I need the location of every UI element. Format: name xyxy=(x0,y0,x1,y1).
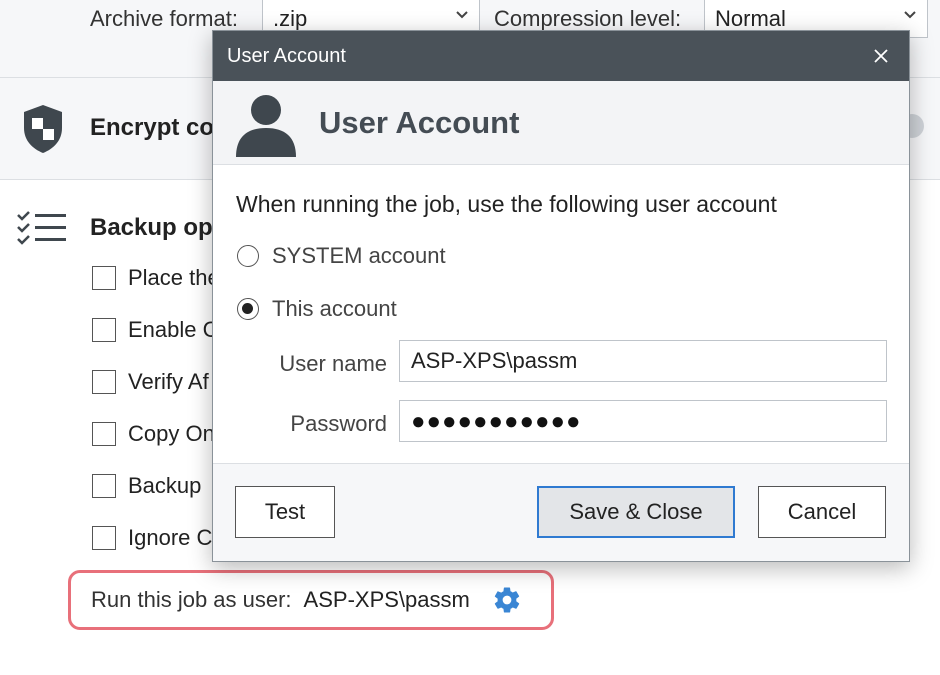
option-label: Copy On xyxy=(128,421,215,446)
user-account-dialog: User Account User Account When running t… xyxy=(212,30,910,562)
dialog-window-title: User Account xyxy=(227,44,346,67)
compression-level-value: Normal xyxy=(715,6,786,31)
compression-level-label: Compression level: xyxy=(494,6,682,31)
archive-format-value: .zip xyxy=(273,6,308,31)
username-input[interactable]: ASP-XPS\passm xyxy=(399,340,887,382)
radio-system-label: SYSTEM account xyxy=(272,243,446,268)
option-label: Backup xyxy=(128,473,202,498)
run-as-user-panel: Run this job as user: ASP-XPS\passm xyxy=(68,570,554,630)
password-label: Password xyxy=(290,411,387,436)
chevron-down-icon xyxy=(904,11,916,19)
radio-this-account[interactable]: This account xyxy=(237,296,397,322)
radio-button-selected[interactable] xyxy=(237,298,259,320)
run-as-label: Run this job as user: xyxy=(91,587,292,612)
radio-button[interactable] xyxy=(237,245,259,267)
dialog-titlebar: User Account xyxy=(213,31,909,81)
archive-format-label: Archive format: xyxy=(90,6,238,31)
checkbox[interactable] xyxy=(92,474,116,498)
checkbox[interactable] xyxy=(92,266,116,290)
dialog-instruction: When running the job, use the following … xyxy=(236,191,777,217)
option-checkbox-row[interactable]: Enable C xyxy=(92,315,219,345)
checkbox[interactable] xyxy=(92,370,116,394)
option-checkbox-row[interactable]: Backup xyxy=(92,471,201,501)
option-label: Place the xyxy=(128,265,220,290)
checkbox[interactable] xyxy=(92,318,116,342)
username-value: ASP-XPS\passm xyxy=(411,348,578,373)
run-as-value: ASP-XPS\passm xyxy=(303,587,470,612)
encrypt-title: Encrypt co xyxy=(90,114,215,141)
option-checkbox-row[interactable]: Verify Af xyxy=(92,367,209,397)
option-label: Enable C xyxy=(128,317,219,342)
option-label: Ignore C xyxy=(128,525,213,550)
test-button[interactable]: Test xyxy=(235,486,335,538)
close-icon xyxy=(874,49,888,63)
dialog-footer: Test Save & Close Cancel xyxy=(213,463,909,561)
cancel-button[interactable]: Cancel xyxy=(758,486,886,538)
option-checkbox-row[interactable]: Place the xyxy=(92,263,220,293)
shield-icon xyxy=(24,105,62,153)
chevron-down-icon xyxy=(456,11,468,19)
user-icon xyxy=(236,95,296,157)
backup-options-title: Backup op xyxy=(90,214,213,241)
dialog-header-title: User Account xyxy=(319,105,520,140)
gear-icon[interactable] xyxy=(492,585,522,615)
checklist-icon xyxy=(17,211,66,245)
checkbox[interactable] xyxy=(92,526,116,550)
option-label: Verify Af xyxy=(128,369,209,394)
password-input[interactable]: ●●●●●●●●●●● xyxy=(399,400,887,442)
username-label: User name xyxy=(279,351,387,376)
radio-system-account[interactable]: SYSTEM account xyxy=(237,243,446,269)
checkbox[interactable] xyxy=(92,422,116,446)
option-checkbox-row[interactable]: Ignore C xyxy=(92,523,212,553)
save-close-button[interactable]: Save & Close xyxy=(537,486,735,538)
close-button[interactable] xyxy=(867,42,895,70)
dialog-header: User Account xyxy=(213,81,909,165)
option-checkbox-row[interactable]: Copy On xyxy=(92,419,215,449)
radio-this-label: This account xyxy=(272,296,397,321)
password-mask: ●●●●●●●●●●● xyxy=(411,408,582,435)
